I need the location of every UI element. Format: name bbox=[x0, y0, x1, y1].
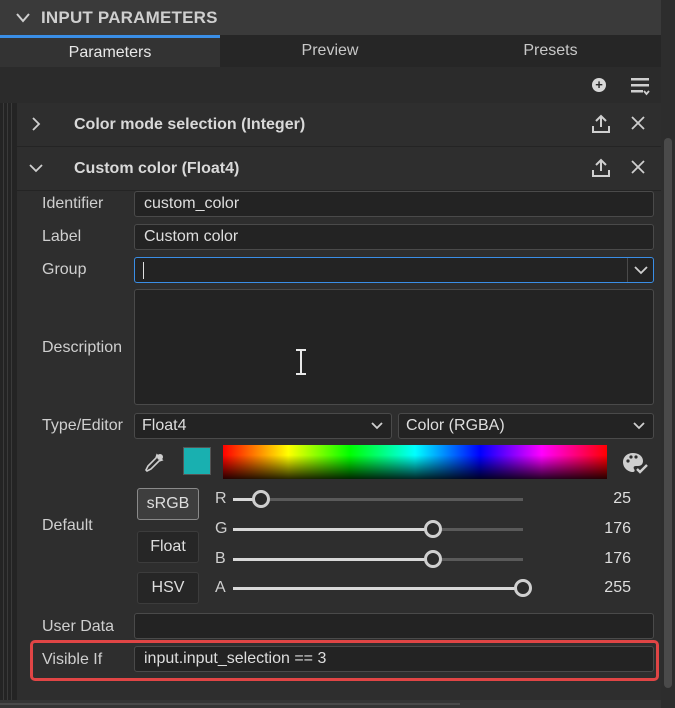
slider-knob[interactable] bbox=[514, 579, 532, 597]
chevron-down-icon bbox=[633, 265, 648, 274]
close-icon[interactable] bbox=[630, 159, 646, 175]
chevron-right-icon[interactable] bbox=[29, 117, 43, 131]
text-caret bbox=[143, 261, 144, 279]
label-field[interactable]: Custom color bbox=[134, 224, 654, 250]
visible-if-highlight bbox=[30, 640, 659, 681]
type-editor-label: Type/Editor bbox=[42, 417, 123, 434]
eyedropper-icon[interactable] bbox=[143, 452, 165, 474]
editor-value: Color (RGBA) bbox=[406, 417, 505, 434]
editor-select[interactable]: Color (RGBA) bbox=[398, 413, 654, 439]
slider-fill bbox=[233, 587, 523, 590]
identifier-field[interactable]: custom_color bbox=[134, 191, 654, 217]
channel-b-value: 176 bbox=[604, 550, 631, 567]
close-icon[interactable] bbox=[630, 115, 646, 131]
scrollbar-thumb[interactable] bbox=[664, 138, 672, 688]
channel-g-slider[interactable] bbox=[233, 520, 523, 538]
channel-g-value: 176 bbox=[604, 520, 631, 537]
list-menu-icon[interactable] bbox=[630, 76, 650, 96]
export-icon[interactable] bbox=[592, 158, 610, 178]
channel-r-value: 25 bbox=[613, 490, 631, 507]
channel-r-label: R bbox=[215, 490, 227, 507]
tab-preview[interactable]: Preview bbox=[220, 35, 440, 67]
type-value: Float4 bbox=[142, 417, 187, 434]
panel-title: INPUT PARAMETERS bbox=[41, 7, 218, 27]
chevron-down-icon bbox=[633, 422, 645, 430]
user-data-field[interactable] bbox=[134, 613, 654, 639]
user-data-label: User Data bbox=[42, 618, 115, 635]
identifier-value: custom_color bbox=[144, 195, 240, 212]
section-title: Custom color (Float4) bbox=[74, 159, 240, 177]
channel-g-label: G bbox=[215, 520, 228, 537]
section-custom-color[interactable]: Custom color (Float4) bbox=[17, 147, 661, 191]
mode-float-button[interactable]: Float bbox=[137, 531, 199, 563]
collapse-chevron-icon[interactable] bbox=[16, 11, 30, 25]
export-icon[interactable] bbox=[592, 114, 610, 134]
slider-knob[interactable] bbox=[252, 490, 270, 508]
group-combobox[interactable] bbox=[134, 257, 654, 283]
section-title: Color mode selection (Integer) bbox=[74, 115, 306, 133]
section-color-mode-selection[interactable]: Color mode selection (Integer) bbox=[17, 103, 661, 147]
toolbar: + bbox=[0, 67, 661, 103]
type-select[interactable]: Float4 bbox=[134, 413, 392, 439]
channel-r-slider[interactable] bbox=[233, 490, 523, 508]
mode-srgb-button[interactable]: sRGB bbox=[137, 488, 199, 520]
default-label: Default bbox=[42, 517, 93, 534]
channel-a-label: A bbox=[215, 579, 226, 596]
chevron-down-icon[interactable] bbox=[29, 161, 43, 175]
mode-hsv-button[interactable]: HSV bbox=[137, 572, 199, 604]
channel-b-slider[interactable] bbox=[233, 550, 523, 568]
left-gutter bbox=[0, 103, 17, 708]
slider-fill bbox=[233, 558, 433, 561]
parameters-list: Color mode selection (Integer) Custom co… bbox=[17, 103, 661, 700]
tab-presets[interactable]: Presets bbox=[440, 35, 661, 67]
slider-knob[interactable] bbox=[424, 550, 442, 568]
channel-a-slider[interactable] bbox=[233, 579, 532, 597]
text-cursor-icon bbox=[294, 348, 308, 376]
group-label: Group bbox=[42, 261, 87, 278]
label-value: Custom color bbox=[144, 228, 239, 245]
color-swatch[interactable] bbox=[183, 447, 211, 475]
bottom-scrollbar[interactable] bbox=[0, 700, 661, 708]
scrollbar-thumb[interactable] bbox=[0, 703, 460, 705]
identifier-label: Identifier bbox=[42, 195, 104, 212]
channel-a-value: 255 bbox=[604, 579, 631, 596]
group-dropdown-button[interactable] bbox=[627, 258, 653, 282]
slider-fill bbox=[233, 528, 433, 531]
description-textarea[interactable] bbox=[134, 289, 654, 405]
chevron-down-icon bbox=[371, 422, 383, 430]
description-label: Description bbox=[42, 339, 123, 356]
label-label: Label bbox=[42, 228, 82, 245]
palette-icon[interactable] bbox=[622, 451, 648, 475]
tab-parameters[interactable]: Parameters bbox=[0, 35, 220, 67]
add-parameter-button[interactable]: + bbox=[592, 78, 606, 92]
channel-b-label: B bbox=[215, 550, 226, 567]
panel-header[interactable]: INPUT PARAMETERS bbox=[0, 0, 661, 35]
vertical-scrollbar[interactable] bbox=[661, 0, 675, 708]
tab-bar: Parameters Preview Presets bbox=[0, 35, 661, 67]
color-spectrum[interactable] bbox=[223, 445, 607, 479]
slider-knob[interactable] bbox=[424, 520, 442, 538]
